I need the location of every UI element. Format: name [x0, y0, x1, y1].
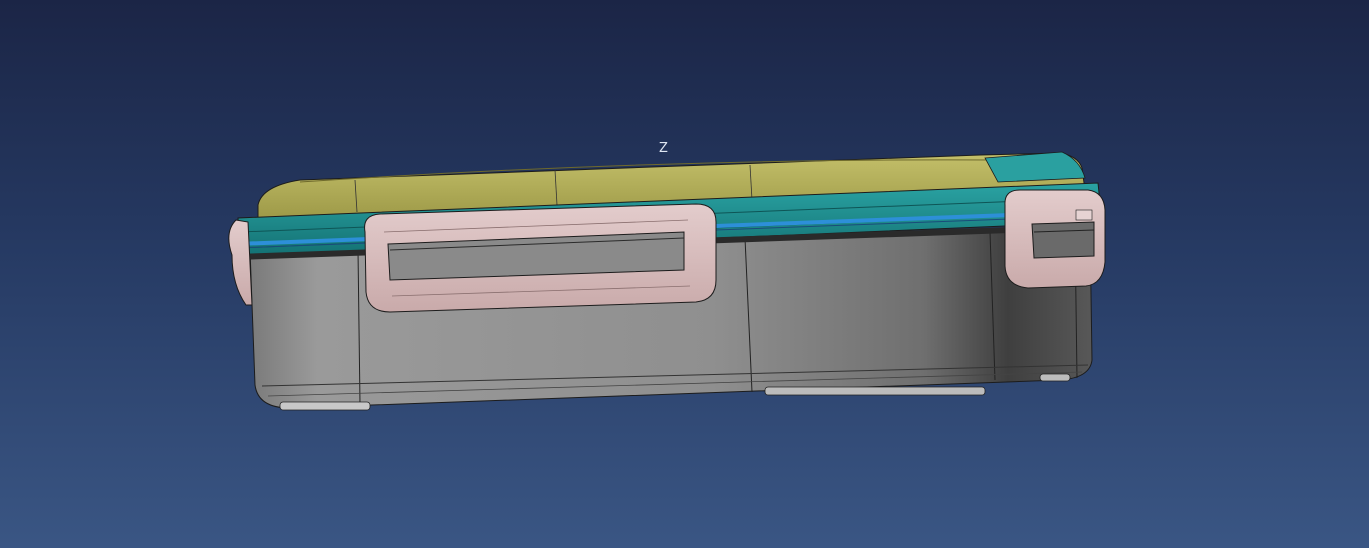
foot — [279, 401, 371, 411]
foot — [764, 386, 986, 396]
3d-viewport[interactable]: Z — [0, 0, 1369, 548]
clip-left — [228, 219, 253, 306]
container-model[interactable] — [0, 0, 1369, 548]
foot — [1039, 373, 1071, 382]
clip-right-window — [1031, 221, 1095, 259]
clip-right-tab — [1075, 209, 1093, 221]
z-axis-label: Z — [659, 141, 668, 156]
lid-corner — [984, 151, 1086, 183]
